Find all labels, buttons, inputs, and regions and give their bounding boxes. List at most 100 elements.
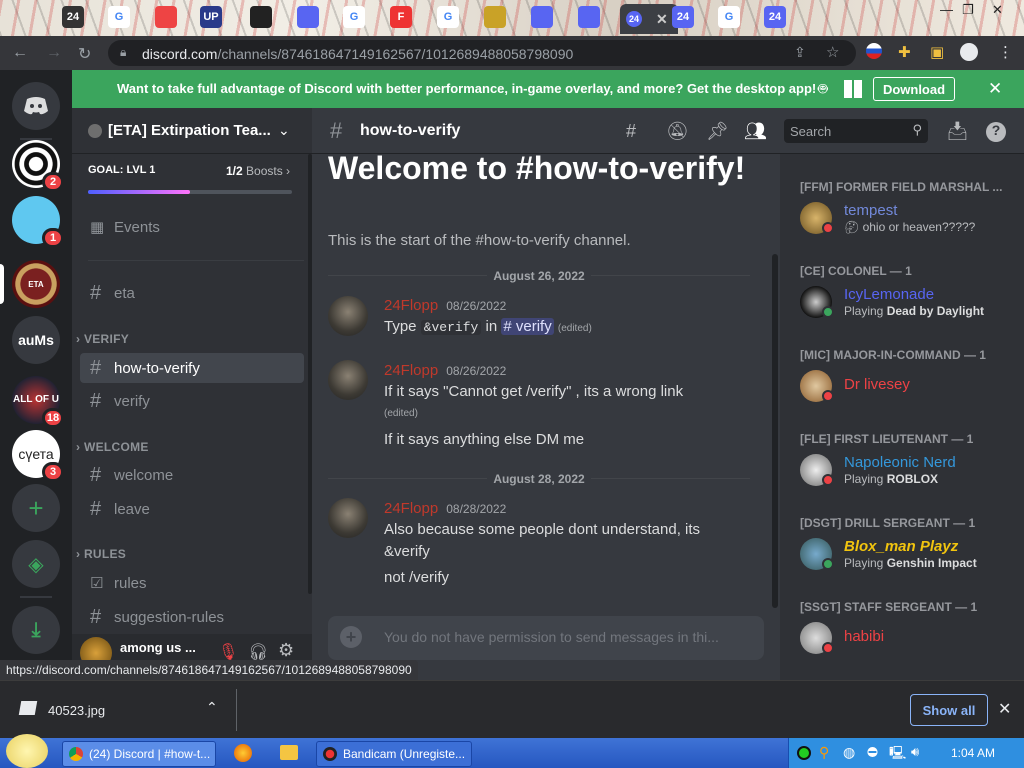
inbox-icon[interactable]: 📥︎ — [946, 121, 969, 142]
file-explorer-icon[interactable] — [280, 745, 298, 760]
message-avatar[interactable] — [328, 296, 368, 336]
browser-tab[interactable] — [155, 6, 177, 28]
minimize-icon[interactable]: — — [940, 2, 953, 17]
mute-microphone-icon[interactable]: 🎙︎ — [218, 642, 238, 662]
guild-icon-eta[interactable]: ETA — [12, 260, 60, 308]
url-text[interactable]: discord.com/channels/874618647149162567/… — [142, 46, 573, 62]
restore-icon[interactable]: ❐ — [962, 2, 974, 18]
download-filename[interactable]: 40523.jpg — [48, 703, 105, 718]
message-avatar[interactable] — [328, 360, 368, 400]
explore-compass-icon[interactable]: ◈ — [12, 540, 60, 588]
profile-flag-icon[interactable] — [866, 43, 882, 63]
member-name[interactable]: Napoleonic Nerd — [844, 454, 956, 471]
channel-how-to-verify[interactable]: # how-to-verify — [80, 353, 304, 383]
notification-bell-muted-icon[interactable]: 🔕︎ — [666, 121, 689, 142]
network-icon[interactable]: ⛔︎ — [867, 744, 878, 760]
search-input[interactable]: Search ⚲ — [784, 119, 928, 143]
message-composer[interactable]: + You do not have permission to send mes… — [328, 616, 764, 660]
channel-eta[interactable]: # eta — [80, 278, 304, 308]
close-tab-icon[interactable]: ✕ — [656, 11, 668, 28]
side-panel-icon[interactable]: ▣ — [930, 43, 944, 61]
category-welcome[interactable]: › WELCOME — [76, 440, 149, 454]
server-header[interactable]: [ETA] Extirpation Tea... ⌄ — [72, 108, 312, 154]
active-browser-tab[interactable]: 24 ✕ — [620, 4, 678, 34]
close-banner-icon[interactable]: ✕ — [988, 79, 1002, 99]
discord-tab-icon[interactable] — [297, 6, 319, 28]
download-button[interactable]: Download — [873, 77, 955, 101]
help-icon[interactable]: ? — [986, 122, 1006, 142]
chevron-down-icon[interactable]: ⌄ — [278, 122, 290, 139]
add-server-icon[interactable]: + — [12, 484, 60, 532]
channel-verify[interactable]: # verify — [80, 386, 304, 416]
lock-icon[interactable]: 🔒︎ — [120, 45, 126, 60]
browser-tab[interactable]: 24 — [764, 6, 786, 28]
tray-icon[interactable]: ◍ — [843, 744, 855, 761]
browser-tab[interactable]: UP — [200, 6, 222, 28]
bookmark-star-icon[interactable]: ☆ — [826, 43, 839, 61]
guild-icon[interactable]: 2 — [12, 140, 64, 192]
download-apps-icon[interactable]: ⤓ — [12, 606, 60, 654]
discord-tab-icon[interactable] — [578, 6, 600, 28]
forward-icon[interactable]: → — [46, 44, 62, 62]
channel-welcome[interactable]: # welcome — [80, 460, 304, 490]
show-all-button[interactable]: Show all — [910, 694, 988, 726]
chevron-up-icon[interactable]: ⌃ — [206, 699, 218, 716]
google-tab-icon[interactable]: G — [108, 6, 130, 28]
browser-tab[interactable]: 24 — [62, 6, 84, 28]
address-field[interactable]: 🔒︎ discord.com/channels/8746186471491625… — [108, 40, 856, 66]
share-icon[interactable]: ⇪ — [794, 44, 806, 61]
channel-suggestion-rules[interactable]: # suggestion-rules — [80, 602, 304, 632]
member-name[interactable]: IcyLemonade — [844, 286, 934, 303]
discord-home-icon[interactable] — [12, 82, 60, 130]
browser-menu-icon[interactable]: ⋮ — [998, 43, 1013, 61]
browser-tab[interactable]: 24 — [672, 6, 694, 28]
close-shelf-icon[interactable]: ✕ — [998, 699, 1011, 719]
message-author[interactable]: 24Flopp — [384, 362, 438, 379]
headphones-icon[interactable]: 🎧︎ — [248, 642, 268, 662]
reload-icon[interactable]: ↻ — [78, 44, 91, 64]
volume-icon[interactable]: 🔊︎ — [911, 744, 919, 760]
monitor-icon[interactable]: 🖳︎ — [889, 744, 906, 766]
extensions-icon[interactable]: ✚ — [898, 43, 911, 61]
back-icon[interactable]: ← — [12, 44, 28, 62]
member-name[interactable]: habibi — [844, 628, 884, 645]
google-tab-icon[interactable]: G — [718, 6, 740, 28]
guild-icon[interactable]: 1 — [12, 196, 64, 248]
google-tab-icon[interactable]: G — [437, 6, 459, 28]
google-tab-icon[interactable]: G — [343, 6, 365, 28]
close-window-icon[interactable]: ✕ — [992, 2, 1003, 18]
start-button[interactable] — [6, 734, 48, 768]
boost-count[interactable]: 1/2 Boosts › — [226, 164, 290, 178]
member-name[interactable]: tempest — [844, 202, 897, 219]
channel-mention[interactable]: # verify — [501, 318, 554, 335]
settings-gear-icon[interactable]: ⚙ — [278, 640, 294, 661]
recording-tray-icon[interactable] — [797, 746, 811, 760]
browser-tab[interactable]: F — [390, 6, 412, 28]
chat-scrollbar[interactable] — [772, 254, 778, 608]
member-name[interactable]: Blox_man Playz — [844, 538, 958, 555]
browser-tab[interactable] — [484, 6, 506, 28]
pin-icon[interactable]: 📌︎ — [706, 121, 729, 142]
category-rules[interactable]: › RULES — [76, 547, 126, 561]
firefox-icon[interactable] — [234, 744, 252, 762]
message-author[interactable]: 24Flopp — [384, 500, 438, 517]
guild-icon[interactable]: auMs — [12, 316, 60, 364]
browser-tab[interactable] — [250, 6, 272, 28]
clock[interactable]: 1:04 AM — [951, 746, 995, 760]
search-tray-icon[interactable]: ⚲ — [819, 744, 829, 761]
channel-rules[interactable]: ☑ rules — [80, 568, 304, 598]
taskbar-chrome-window[interactable]: (24) Discord | #how-t... — [62, 741, 216, 767]
message-author[interactable]: 24Flopp — [384, 297, 438, 314]
category-verify[interactable]: › VERIFY — [76, 332, 129, 346]
member-name[interactable]: Dr livesey — [844, 376, 910, 393]
threads-icon[interactable]: # — [626, 121, 636, 142]
guild-icon[interactable]: сүета 3 — [12, 430, 64, 482]
discord-tab-icon[interactable] — [531, 6, 553, 28]
message-avatar[interactable] — [328, 498, 368, 538]
channel-leave[interactable]: # leave — [80, 494, 304, 524]
events-item[interactable]: ▦ Events — [80, 212, 304, 242]
add-attachment-icon[interactable]: + — [340, 626, 362, 648]
account-icon[interactable] — [960, 43, 978, 65]
taskbar-bandicam-window[interactable]: Bandicam (Unregiste... — [316, 741, 472, 767]
member-list-icon[interactable]: 👥︎ — [744, 121, 767, 142]
